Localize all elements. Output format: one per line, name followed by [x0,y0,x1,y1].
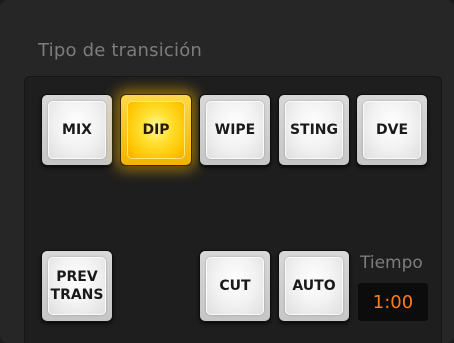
wipe-button[interactable]: WIPE [199,94,271,166]
wipe-button-label: WIPE [214,122,256,138]
cut-button[interactable]: CUT [199,250,271,322]
sting-button-label: STING [289,122,339,138]
time-display[interactable]: 1:00 [358,283,428,321]
mix-button[interactable]: MIX [41,94,113,166]
auto-button-label: AUTO [292,278,336,294]
transition-type-panel: Tipo de transición MIX DIP WIPE STING DV… [0,0,454,343]
auto-button[interactable]: AUTO [278,250,350,322]
panel-title: Tipo de transición [38,40,203,61]
dip-button[interactable]: DIP [120,94,192,166]
prev-trans-button[interactable]: PREV TRANS [41,250,113,322]
time-label: Tiempo [360,253,423,273]
cut-button-label: CUT [219,278,251,294]
dve-button-label: DVE [375,122,409,138]
dve-button[interactable]: DVE [356,94,428,166]
mix-button-label: MIX [62,122,92,138]
dip-button-label: DIP [142,122,170,138]
prev-trans-button-label: PREV TRANS [50,269,104,303]
sting-button[interactable]: STING [278,94,350,166]
